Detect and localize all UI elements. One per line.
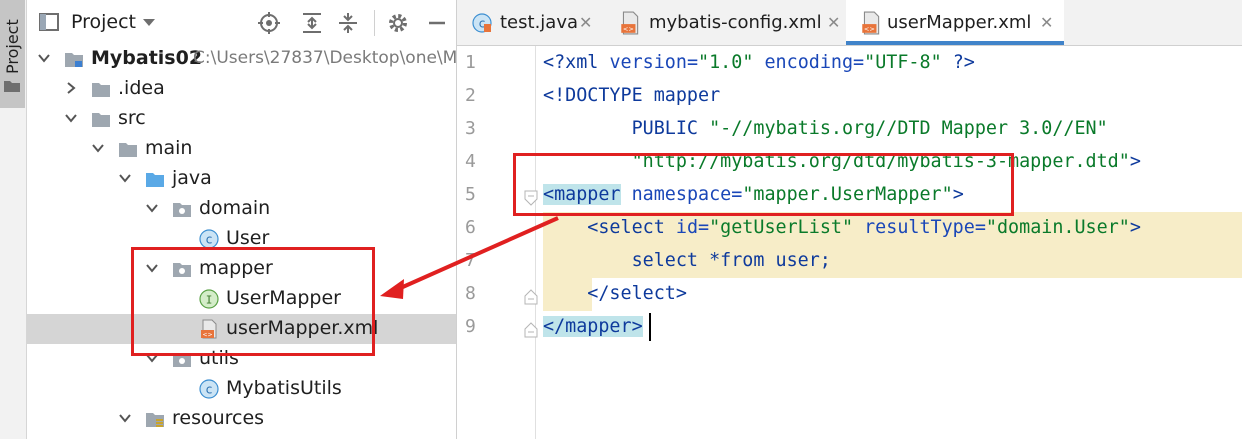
line-number: 7: [465, 250, 476, 271]
gear-icon[interactable]: [387, 12, 409, 34]
tree-row-src[interactable]: src: [27, 104, 456, 134]
tab-label: mybatis-config.xml: [649, 12, 822, 33]
tab-label: userMapper.xml: [887, 12, 1032, 33]
text-caret: [649, 313, 651, 341]
project-tool-tab[interactable]: Project: [0, 0, 25, 108]
line-number: 4: [465, 151, 476, 172]
fold-close-icon[interactable]: [524, 322, 538, 338]
tree-row-mybatis02[interactable]: Mybatis02 C:\Users\27837\Desktop\one\M: [27, 44, 456, 74]
chevron-down-icon[interactable]: [64, 111, 78, 125]
project-panel-header: Project: [27, 0, 456, 46]
class-icon: c: [199, 229, 219, 249]
line-number: 8: [465, 283, 476, 304]
tree-label: Mybatis02: [91, 47, 203, 69]
hide-panel-icon[interactable]: [426, 12, 448, 34]
tree-row-idea[interactable]: .idea: [27, 74, 456, 104]
annotation-box-mapper-package: [131, 247, 375, 356]
folder-icon: [4, 81, 20, 92]
tree-label: User: [226, 227, 270, 249]
resources-folder-icon: [146, 413, 164, 427]
editor-area: c test.java ✕ <> mybatis-config.xml ✕ <>…: [457, 0, 1242, 439]
chevron-down-icon[interactable]: [37, 51, 51, 65]
line-number: 5: [465, 184, 476, 205]
tool-window-strip: Project: [0, 0, 27, 439]
tab-mybatis-config-xml[interactable]: <> mybatis-config.xml ✕: [605, 0, 845, 45]
line-number-gutter: 1 2 3 4 5 6 7 8 9: [457, 46, 538, 439]
tab-test-java[interactable]: c test.java ✕: [457, 0, 602, 45]
tab-usermapper-xml[interactable]: <> userMapper.xml ✕: [846, 0, 1064, 45]
folder-icon: [92, 83, 110, 97]
project-panel: Project Mybatis02 C:\Users\27837\Desktop…: [27, 0, 457, 439]
line-number: 1: [465, 52, 476, 73]
java-class-icon: c: [472, 13, 492, 33]
code-line-2: <!DOCTYPE mapper: [543, 85, 721, 106]
chevron-right-icon[interactable]: [64, 81, 78, 95]
module-path: C:\Users\27837\Desktop\one\M: [193, 48, 457, 68]
tree-label: java: [172, 167, 212, 189]
module-folder-icon: [65, 53, 83, 67]
collapse-all-icon[interactable]: [337, 12, 359, 34]
code-line-7: select *from user;: [543, 250, 831, 271]
code-line-1: <?xml version="1.0" encoding="UTF-8" ?>: [543, 52, 975, 73]
line-number: 3: [465, 118, 476, 139]
chevron-down-icon[interactable]: [91, 141, 105, 155]
chevron-down-icon[interactable]: [145, 201, 159, 215]
active-tab-underline: [846, 41, 1064, 45]
code-line-8: </select>: [543, 283, 687, 304]
toolbar-divider: [374, 10, 375, 36]
fold-close-icon[interactable]: [524, 289, 538, 305]
tree-label: resources: [172, 407, 265, 429]
project-tool-tab-label: Project: [3, 19, 22, 74]
close-icon[interactable]: ✕: [827, 13, 840, 32]
tree-label: main: [145, 137, 193, 159]
xml-file-icon: <>: [862, 11, 880, 35]
chevron-down-icon[interactable]: [118, 411, 132, 425]
chevron-down-icon[interactable]: [142, 18, 156, 28]
tree-label: MybatisUtils: [226, 377, 342, 399]
tree-label: .idea: [118, 77, 165, 99]
chevron-down-icon[interactable]: [118, 171, 132, 185]
svg-text:<>: <>: [623, 25, 634, 33]
svg-text:c: c: [206, 233, 213, 247]
line-number: 9: [465, 316, 476, 337]
project-view-icon: [39, 13, 59, 31]
tree-row-main[interactable]: main: [27, 134, 456, 164]
tree-label: src: [118, 107, 146, 129]
locate-icon[interactable]: [258, 12, 280, 34]
xml-file-icon: <>: [621, 11, 639, 35]
close-icon[interactable]: ✕: [1040, 13, 1053, 32]
tree-row-java[interactable]: java: [27, 164, 456, 194]
code-line-3: PUBLIC "-//mybatis.org//DTD Mapper 3.0//…: [543, 118, 1108, 139]
close-icon[interactable]: ✕: [579, 13, 592, 32]
annotation-box-mapper-tag: [513, 153, 1014, 216]
class-icon: c: [199, 379, 219, 399]
svg-text:c: c: [206, 383, 213, 397]
source-folder-icon: [146, 173, 164, 187]
line-number: 2: [465, 85, 476, 106]
folder-icon: [119, 143, 137, 157]
tab-label: test.java: [500, 12, 579, 33]
line-number: 6: [465, 217, 476, 238]
tree-row-mybatisutils[interactable]: c MybatisUtils: [27, 374, 456, 404]
editor-tab-bar: c test.java ✕ <> mybatis-config.xml ✕ <>…: [457, 0, 1242, 46]
code-line-9: </mapper>: [543, 316, 643, 337]
svg-text:<>: <>: [864, 25, 875, 33]
expand-all-icon[interactable]: [301, 12, 323, 34]
tree-label: domain: [199, 197, 271, 219]
package-icon: [173, 203, 191, 217]
project-panel-title[interactable]: Project: [71, 11, 136, 33]
code-area[interactable]: <?xml version="1.0" encoding="UTF-8" ?> …: [543, 46, 1242, 439]
folder-icon: [92, 113, 110, 127]
tree-row-resources[interactable]: resources: [27, 404, 456, 434]
tree-row-domain[interactable]: domain: [27, 194, 456, 224]
